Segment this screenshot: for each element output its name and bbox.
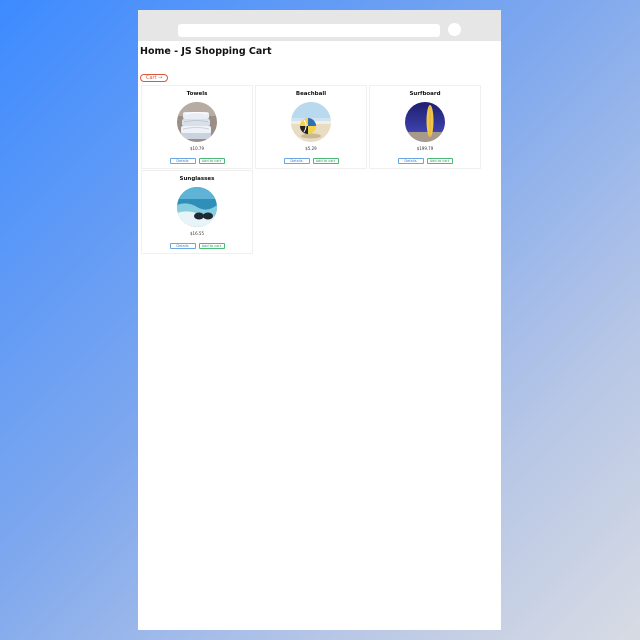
add-to-cart-button[interactable]: Add to cart xyxy=(198,158,225,164)
product-image-towels xyxy=(177,102,217,142)
product-actions: Details Add to cart xyxy=(256,158,366,164)
add-to-cart-button[interactable]: Add to cart xyxy=(198,243,225,249)
product-actions: Details Add to cart xyxy=(142,243,252,249)
product-card-towels: Towels $10.79 Details Add to cart xyxy=(141,85,253,169)
browser-window: Home - JS Shopping Cart Cart → Towels $1… xyxy=(138,10,501,630)
product-price: $16.55 xyxy=(190,231,204,236)
product-name: Towels xyxy=(186,91,208,97)
product-card-surfboard: Surfboard $199.79 Details Add to cart xyxy=(369,85,481,169)
browser-toolbar xyxy=(138,10,501,41)
details-button[interactable]: Details xyxy=(169,158,196,164)
product-actions: Details Add to cart xyxy=(142,158,252,164)
product-price: $5.29 xyxy=(305,146,317,151)
page-title: Home - JS Shopping Cart xyxy=(140,46,272,57)
add-to-cart-button[interactable]: Add to cart xyxy=(426,158,453,164)
browser-menu-icon[interactable] xyxy=(448,23,461,36)
product-name: Surfboard xyxy=(409,91,441,97)
address-bar[interactable] xyxy=(178,24,440,37)
details-button[interactable]: Details xyxy=(283,158,310,164)
details-button[interactable]: Details xyxy=(169,243,196,249)
product-card-beachball: Beachball $5.29 Details Add to cart xyxy=(255,85,367,169)
product-price: $10.79 xyxy=(190,146,204,151)
add-to-cart-button[interactable]: Add to cart xyxy=(312,158,339,164)
cart-button[interactable]: Cart → xyxy=(140,74,169,82)
page-content: Home - JS Shopping Cart Cart → Towels $1… xyxy=(138,41,501,254)
product-actions: Details Add to cart xyxy=(370,158,480,164)
product-name: Beachball xyxy=(295,91,327,97)
details-button[interactable]: Details xyxy=(397,158,424,164)
product-image-beachball xyxy=(291,102,331,142)
product-grid: Towels $10.79 Details Add to cart Beachb… xyxy=(141,85,499,254)
product-name: Sunglasses xyxy=(179,176,215,182)
product-image-surfboard xyxy=(405,102,445,142)
product-image-sunglasses xyxy=(177,187,217,227)
product-card-sunglasses: Sunglasses $16.55 Details Add to cart xyxy=(141,170,253,254)
product-price: $199.79 xyxy=(416,146,434,151)
